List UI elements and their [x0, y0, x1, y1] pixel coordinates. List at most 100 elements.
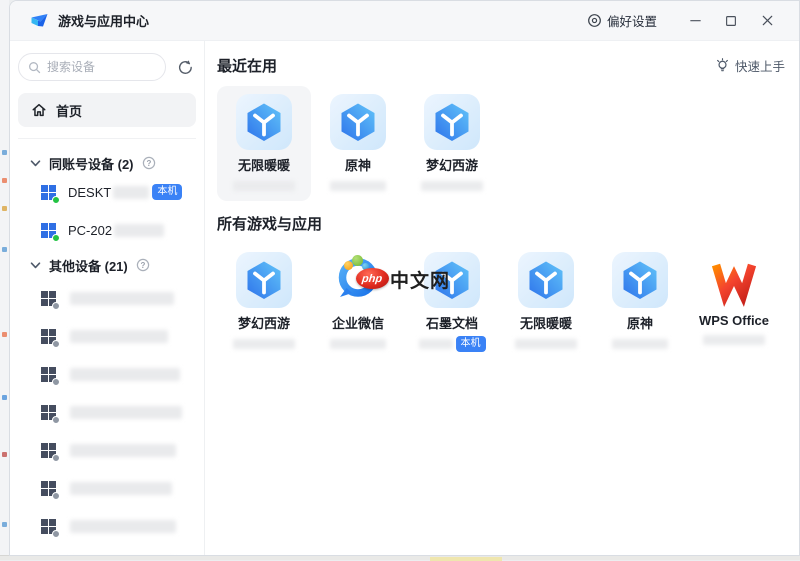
help-icon[interactable]: ? — [136, 258, 150, 272]
home-icon — [31, 102, 47, 118]
redacted-subtitle — [418, 339, 453, 349]
app-tile[interactable]: 石墨文档 本机 — [405, 244, 499, 359]
windows-logo-icon — [40, 222, 60, 242]
wecom-icon — [338, 258, 378, 297]
windows-logo-icon — [40, 328, 60, 348]
app-label: 无限暖暖 — [519, 316, 572, 331]
app-tile[interactable]: 企业微信 — [311, 244, 405, 359]
app-label: WPS Office — [698, 313, 770, 328]
close-button[interactable] — [749, 6, 785, 36]
background-speck — [2, 178, 7, 183]
app-label: 石墨文档 — [425, 316, 478, 331]
device-row[interactable] — [10, 469, 204, 507]
status-offline-dot — [52, 339, 60, 348]
redacted-subtitle — [233, 181, 295, 191]
sidebar-divider — [18, 138, 196, 139]
background-speck — [2, 395, 7, 400]
status-offline-dot — [52, 377, 60, 386]
home-label: 首页 — [56, 103, 83, 119]
device-row[interactable] — [10, 279, 204, 317]
redacted-subtitle — [703, 335, 765, 345]
minimize-button[interactable] — [677, 6, 713, 36]
group-other-devices-header[interactable]: 其他设备 (21) ? — [10, 255, 204, 275]
redacted-subtitle — [612, 339, 668, 349]
minimize-icon — [689, 20, 701, 22]
windows-logo-icon — [40, 518, 60, 538]
app-label: 原神 — [344, 158, 371, 173]
section-title-all: 所有游戏与应用 — [217, 216, 323, 233]
group-same-account-header[interactable]: 同账号设备 (2) ? — [10, 153, 204, 173]
app-tile[interactable]: 梦幻西游 — [405, 86, 499, 201]
background-speck — [2, 150, 7, 155]
redacted-subtitle — [515, 339, 577, 349]
game-hexagon-icon — [518, 252, 574, 308]
game-hexagon-icon — [424, 252, 480, 308]
device-row[interactable] — [10, 393, 204, 431]
device-row[interactable]: PC-202 — [10, 211, 204, 249]
search-device-box[interactable] — [18, 53, 166, 81]
section-title-recent: 最近在用 — [217, 58, 278, 75]
game-hexagon-icon — [424, 94, 480, 150]
quick-start-button[interactable]: 快速上手 — [715, 56, 785, 75]
sidebar-item-home[interactable]: 首页 — [18, 93, 196, 127]
redacted-device-name — [70, 291, 174, 305]
device-row[interactable] — [10, 355, 204, 393]
app-label: 梦幻西游 — [237, 316, 290, 331]
maximize-icon — [726, 15, 736, 26]
redacted-device-name — [70, 367, 180, 381]
windows-logo-icon — [40, 442, 60, 462]
redacted-device-name — [114, 223, 165, 237]
redacted-device-name — [70, 405, 182, 419]
windows-logo-icon — [40, 184, 60, 204]
background-speck — [2, 522, 7, 527]
redacted-subtitle — [330, 181, 386, 191]
search-input[interactable] — [47, 60, 156, 74]
device-row[interactable] — [10, 545, 204, 555]
game-hexagon-icon — [330, 94, 386, 150]
all-apps-row: 梦幻西游 企业微信 石墨文档 本机 无限暖暖 原神 WPS Office — [217, 244, 785, 359]
main-content: 最近在用 快速上手 无限暖暖 原神 梦幻西游 所有游戏与应用 梦幻西游 企业微信… — [205, 41, 799, 555]
game-hexagon-icon — [236, 252, 292, 308]
redacted-device-name — [70, 519, 176, 533]
app-tile[interactable]: 原神 — [593, 244, 687, 359]
game-hexagon-icon — [236, 94, 292, 150]
svg-text:?: ? — [140, 261, 145, 270]
background-window-sliver — [0, 0, 9, 560]
chevron-down-icon — [30, 159, 41, 168]
app-tile[interactable]: WPS Office — [687, 244, 781, 359]
app-tile[interactable]: 无限暖暖 — [499, 244, 593, 359]
windows-logo-icon — [40, 480, 60, 500]
device-row[interactable]: DESKT 本机 — [10, 173, 204, 211]
device-name: DESKT — [68, 184, 112, 200]
device-row[interactable] — [10, 431, 204, 469]
app-tile[interactable]: 原神 — [311, 86, 405, 201]
help-icon[interactable]: ? — [142, 156, 156, 170]
chevron-down-icon — [30, 261, 41, 270]
background-speck — [2, 332, 7, 337]
preferences-label: 偏好设置 — [606, 15, 657, 29]
preferences-button[interactable]: 偏好设置 — [587, 11, 657, 30]
app-tile[interactable]: 无限暖暖 — [217, 86, 311, 201]
app-label: 原神 — [626, 316, 653, 331]
app-label: 无限暖暖 — [237, 158, 290, 173]
status-offline-dot — [52, 491, 60, 500]
titlebar[interactable]: 游戏与应用中心 偏好设置 — [10, 1, 799, 41]
lightbulb-icon — [715, 58, 730, 73]
device-row[interactable] — [10, 507, 204, 545]
device-sidebar: 首页 同账号设备 (2) ? DESKT 本机 — [10, 41, 205, 555]
background-yellow-fragment — [430, 557, 502, 561]
device-row[interactable] — [10, 317, 204, 355]
background-speck — [2, 452, 7, 457]
maximize-button[interactable] — [713, 6, 749, 36]
app-tile[interactable]: 梦幻西游 — [217, 244, 311, 359]
recent-apps-row: 无限暖暖 原神 梦幻西游 — [217, 86, 785, 201]
refresh-devices-button[interactable] — [175, 57, 195, 77]
status-offline-dot — [52, 453, 60, 462]
app-label: 梦幻西游 — [425, 158, 478, 173]
app-logo-icon — [30, 11, 49, 30]
group-label: 同账号设备 (2) — [49, 156, 134, 172]
window-title: 游戏与应用中心 — [58, 14, 150, 29]
redacted-subtitle — [233, 339, 295, 349]
search-icon — [28, 61, 41, 74]
wps-office-icon — [711, 263, 757, 307]
